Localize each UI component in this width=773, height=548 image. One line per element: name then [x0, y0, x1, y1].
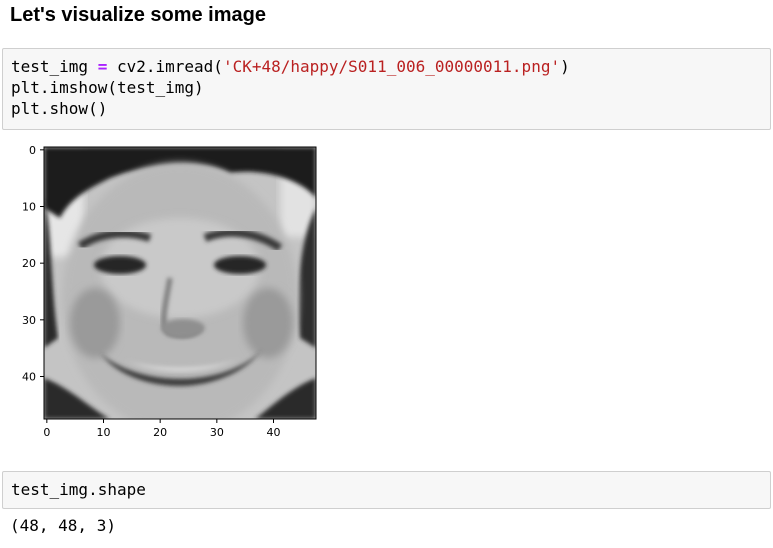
y-axis: 0 10 20 30 40 [22, 144, 44, 384]
code-call: cv2.imread( [107, 57, 223, 76]
code-line-2: plt.imshow(test_img) [11, 78, 204, 97]
y-tick-label: 20 [22, 257, 36, 270]
y-tick-label: 10 [22, 201, 36, 214]
code-cell-imread[interactable]: test_img = cv2.imread('CK+48/happy/S011_… [2, 48, 771, 130]
x-tick-label: 20 [153, 426, 167, 439]
face-image [44, 147, 316, 419]
x-tick-label: 30 [210, 426, 224, 439]
code-variable: test_img [11, 57, 98, 76]
imshow-plot: 0 10 20 30 40 0 10 20 30 40 [22, 144, 317, 439]
code-string: 'CK+48/happy/S011_006_00000011.png' [222, 57, 561, 76]
code-operator: = [97, 57, 108, 76]
x-tick-label: 40 [267, 426, 281, 439]
section-heading: Let's visualize some image [10, 4, 266, 26]
y-tick-label: 40 [22, 371, 36, 384]
y-tick-label: 0 [29, 144, 36, 157]
x-axis: 0 10 20 30 40 [43, 419, 281, 439]
code-paren: ) [560, 57, 570, 76]
y-tick-label: 30 [22, 314, 36, 327]
code-line-3: plt.show() [11, 99, 108, 118]
x-tick-label: 0 [43, 426, 50, 439]
code-line-1: test_img = cv2.imread('CK+48/happy/S011_… [11, 57, 570, 76]
cell-output: (48, 48, 3) [10, 516, 116, 535]
code-cell-shape[interactable]: test_img.shape [2, 471, 771, 509]
x-tick-label: 10 [97, 426, 111, 439]
code-line-shape: test_img.shape [11, 480, 146, 499]
